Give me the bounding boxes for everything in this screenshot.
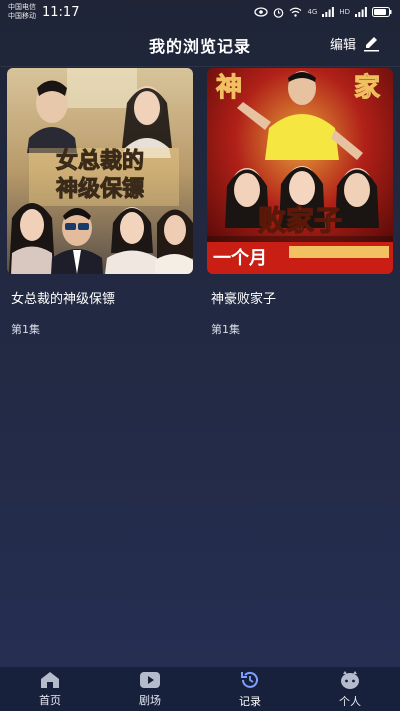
- page-title: 我的浏览记录: [148, 37, 251, 56]
- tab-theater[interactable]: 剧场: [100, 667, 200, 711]
- signal-label: 4G: [307, 8, 318, 16]
- edit-button[interactable]: 编辑: [330, 34, 380, 53]
- tab-history[interactable]: 记录: [200, 667, 300, 711]
- carrier-name: 中国移动: [8, 12, 36, 20]
- profile-icon: [341, 670, 359, 689]
- wifi-icon: [290, 7, 302, 17]
- poster-image[interactable]: 神 家 败家子 一个月: [207, 68, 393, 274]
- status-icons: 4G HD: [254, 7, 392, 18]
- poster-image[interactable]: 女总裁的 神级保镖: [7, 68, 193, 274]
- poster-title: 女总裁的: [56, 148, 144, 174]
- carrier-name: 中国电信: [8, 3, 36, 11]
- status-time: 11:17: [42, 4, 80, 20]
- card-episode: 第1集: [11, 323, 40, 336]
- poster-title: 败家子: [258, 204, 342, 237]
- history-grid: 女总裁的 神级保镖 女总裁的神级保镖 第1集 神 家 败家子 一个月 神豪败家子…: [7, 68, 393, 337]
- pencil-icon: [364, 36, 379, 51]
- tab-label: 首页: [39, 693, 61, 707]
- card-title: 神豪败家子: [211, 292, 277, 307]
- header: 我的浏览记录 编辑: [0, 24, 400, 66]
- tab-label: 个人: [339, 694, 361, 708]
- card-title: 女总裁的神级保镖: [11, 292, 116, 307]
- bottom-tab-bar: 首页 剧场 记录 个人: [0, 667, 400, 711]
- home-icon: [41, 671, 59, 688]
- play-icon: [140, 671, 160, 688]
- signal-label: HD: [339, 8, 350, 16]
- tab-home[interactable]: 首页: [0, 667, 100, 711]
- signal-icon: [355, 7, 367, 17]
- poster-title: 神: [216, 73, 242, 103]
- carrier-info: 中国电信 中国移动: [8, 3, 36, 21]
- status-bar: 中国电信 中国移动 11:17 4G HD: [0, 0, 400, 24]
- poster-title: 神级保镖: [56, 176, 144, 202]
- eye-icon: [254, 7, 269, 17]
- signal-icon: [322, 7, 335, 17]
- header-divider: [0, 66, 400, 67]
- tab-label: 记录: [239, 694, 261, 708]
- alarm-icon: [274, 7, 284, 18]
- history-card[interactable]: 女总裁的 神级保镖 女总裁的神级保镖 第1集: [7, 68, 193, 337]
- tab-label: 剧场: [139, 693, 161, 707]
- edit-label: 编辑: [329, 38, 356, 53]
- poster-subtitle: 一个月: [213, 247, 267, 269]
- card-episode: 第1集: [211, 323, 240, 336]
- battery-icon: [372, 7, 392, 17]
- poster-title: 家: [354, 72, 380, 103]
- history-card[interactable]: 神 家 败家子 一个月 神豪败家子 第1集: [207, 68, 393, 337]
- tab-profile[interactable]: 个人: [300, 667, 400, 711]
- history-icon: [241, 671, 258, 688]
